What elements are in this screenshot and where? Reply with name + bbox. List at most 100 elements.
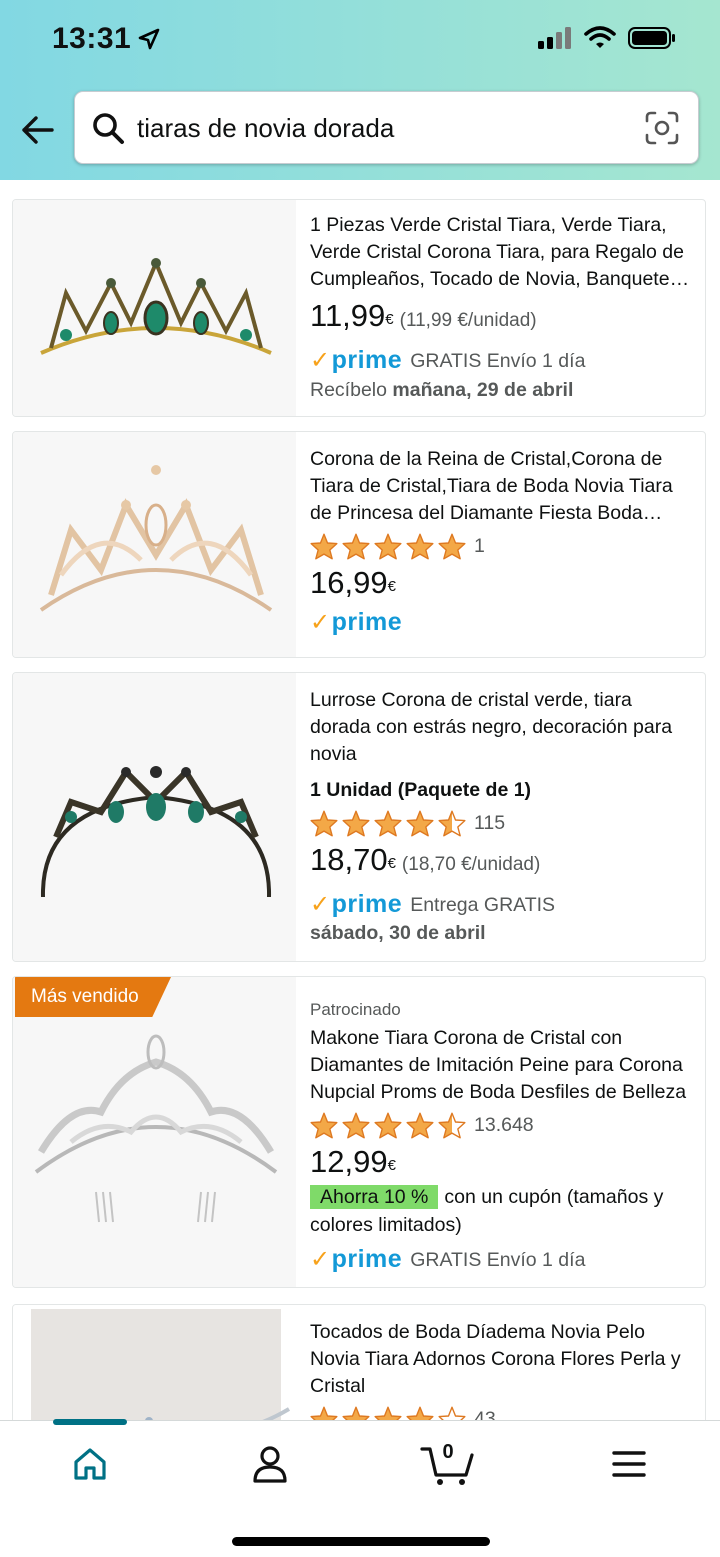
product-price: 11,99€ (11,99 €/unidad) <box>310 297 695 340</box>
product-title[interactable]: 1 Piezas Verde Cristal Tiara, Verde Tiar… <box>310 212 695 293</box>
sponsored-label[interactable]: Patrocinado <box>310 999 695 1021</box>
product-title[interactable]: Tocados de Boda Díadema Novia Pelo Novia… <box>310 1319 695 1400</box>
rating-count: 43 <box>474 1408 496 1420</box>
star-icon <box>342 1112 370 1139</box>
prime-logo: ✓ prime <box>310 890 403 918</box>
star-icon <box>374 1112 402 1139</box>
nav-cart[interactable]: 0 <box>418 1439 478 1489</box>
location-arrow-icon <box>138 28 160 50</box>
home-indicator <box>232 1537 490 1546</box>
star-icon <box>310 1112 338 1139</box>
product-title[interactable]: Corona de la Reina de Cristal,Corona de … <box>310 446 695 527</box>
star-icon <box>374 1406 402 1420</box>
silver-tiara-image <box>34 1034 278 1223</box>
nav-home[interactable] <box>60 1439 120 1489</box>
prime-logo: ✓ prime <box>310 346 403 374</box>
price-currency: € <box>387 1157 396 1174</box>
search-input[interactable] <box>137 106 637 150</box>
signal-icon <box>538 27 571 49</box>
coupon-info[interactable]: Ahorra 10 % con un cupón (tamaños y color… <box>310 1183 695 1239</box>
nav-menu[interactable] <box>599 1439 659 1489</box>
prime-check-icon: ✓ <box>310 1246 331 1273</box>
prime-row: ✓ prime GRATIS Envío 1 día <box>310 1245 695 1274</box>
star-icon <box>438 810 466 837</box>
star-icon <box>374 533 402 560</box>
rose-gold-tiara-image <box>39 464 273 612</box>
product-card[interactable]: Más vendido Patrocinado Makone Tiara Cor… <box>12 976 706 1288</box>
search-bar[interactable] <box>74 91 699 164</box>
home-icon <box>74 1448 106 1480</box>
delivery-info: Recíbelo mañana, 29 de abril <box>310 379 574 401</box>
rating-stars[interactable]: 115 <box>310 810 695 837</box>
product-price: 12,99€ <box>310 1143 695 1181</box>
product-card[interactable]: Lurrose Corona de cristal verde, tiara d… <box>12 672 706 962</box>
prime-check-icon: ✓ <box>310 891 331 918</box>
bottom-nav: 0 <box>0 1419 720 1557</box>
product-image[interactable] <box>13 673 296 961</box>
prime-row: ✓ prime GRATIS Envío 1 día <box>310 346 695 375</box>
product-image[interactable] <box>13 432 296 657</box>
back-arrow-icon[interactable] <box>18 110 58 150</box>
product-image[interactable] <box>13 200 296 416</box>
star-icon <box>310 533 338 560</box>
coupon-tag: Ahorra 10 % <box>310 1185 439 1209</box>
price-currency: € <box>385 311 394 328</box>
rating-count: 1 <box>474 535 485 557</box>
star-icon <box>406 1406 434 1420</box>
menu-icon <box>612 1451 646 1477</box>
unit-price: (18,70 €/unidad) <box>401 854 541 875</box>
prime-shipping-text: GRATIS Envío 1 día <box>410 1248 586 1271</box>
results-list[interactable]: 1 Piezas Verde Cristal Tiara, Verde Tiar… <box>0 180 720 1420</box>
product-title[interactable]: Makone Tiara Corona de Cristal con Diama… <box>310 1025 695 1106</box>
search-icon <box>93 113 124 144</box>
star-icon <box>438 1406 466 1420</box>
status-icons <box>538 26 676 50</box>
star-icon <box>342 1406 370 1420</box>
prime-shipping-text: GRATIS Envío 1 día <box>410 349 586 372</box>
flower-tiara-image <box>31 1309 291 1420</box>
nav-account[interactable] <box>240 1439 300 1489</box>
top-header: 13:31 <box>0 0 720 180</box>
product-title[interactable]: Lurrose Corona de cristal verde, tiara d… <box>310 687 695 768</box>
star-icon <box>310 1406 338 1420</box>
product-image[interactable] <box>13 1305 296 1420</box>
star-icons <box>310 1112 466 1139</box>
star-icon <box>438 533 466 560</box>
prime-logo: ✓ prime <box>310 608 403 636</box>
star-icons <box>310 1406 466 1420</box>
wifi-icon <box>584 26 616 48</box>
battery-icon <box>628 27 675 49</box>
unit-price: (11,99 €/unidad) <box>399 310 537 331</box>
prime-row: ✓ prime <box>310 608 695 637</box>
active-tab-indicator <box>53 1419 127 1425</box>
camera-scan-icon[interactable] <box>644 110 680 146</box>
green-tiara-image <box>40 257 272 355</box>
product-price: 18,70€ (18,70 €/unidad) <box>310 841 695 884</box>
cart-count: 0 <box>442 1441 454 1463</box>
star-icon <box>406 810 434 837</box>
status-bar-time: 13:31 <box>52 22 161 56</box>
prime-shipping-text: Entrega GRATIS <box>410 893 556 916</box>
price-value: 16,99 <box>310 565 388 600</box>
star-icons <box>310 533 466 560</box>
star-icon <box>374 810 402 837</box>
clock: 13:31 <box>52 22 132 55</box>
rating-stars[interactable]: 13.648 <box>310 1112 695 1139</box>
product-card[interactable]: Tocados de Boda Díadema Novia Pelo Novia… <box>12 1304 706 1420</box>
product-image[interactable] <box>13 977 296 1287</box>
delivery-date: sábado, 30 de abril <box>310 922 486 944</box>
rating-stars[interactable]: 43 <box>310 1406 695 1420</box>
product-card[interactable]: 1 Piezas Verde Cristal Tiara, Verde Tiar… <box>12 199 706 417</box>
rating-stars[interactable]: 1 <box>310 533 695 560</box>
star-icon <box>406 1112 434 1139</box>
price-value: 12,99 <box>310 1144 388 1179</box>
best-seller-badge: Más vendido <box>15 977 171 1017</box>
rating-count: 13.648 <box>474 1114 534 1136</box>
star-icon <box>342 810 370 837</box>
star-icon <box>310 810 338 837</box>
prime-check-icon: ✓ <box>310 347 331 374</box>
star-icon <box>438 1112 466 1139</box>
prime-logo: ✓ prime <box>310 1245 403 1273</box>
product-card[interactable]: Corona de la Reina de Cristal,Corona de … <box>12 431 706 658</box>
product-price: 16,99€ <box>310 564 695 602</box>
